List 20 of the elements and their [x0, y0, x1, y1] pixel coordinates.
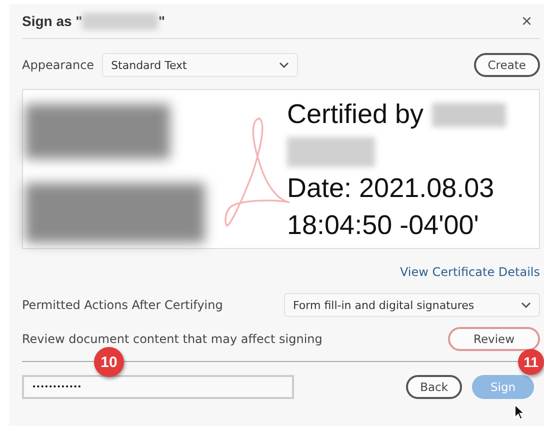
- step-badge: 11: [518, 349, 544, 375]
- chevron-down-icon: [279, 62, 290, 68]
- review-button[interactable]: Review: [448, 327, 540, 351]
- view-certificate-link[interactable]: View Certificate Details: [400, 265, 540, 279]
- appearance-dropdown[interactable]: Standard Text: [102, 53, 298, 77]
- date-text: Date: 2021.08.03: [287, 172, 496, 205]
- back-button[interactable]: Back: [406, 374, 462, 398]
- time-text: 18:04:50 -04'00': [287, 209, 480, 242]
- review-label: Review document content that may affect signing: [22, 332, 322, 346]
- dialog-title: Sign as ": [22, 13, 82, 29]
- dialog-title-quote: ": [158, 13, 165, 29]
- permitted-actions-label: Permitted Actions After Certifying: [22, 298, 223, 312]
- certified-by-text: Certified by: [287, 99, 424, 130]
- mouse-cursor-icon: [514, 404, 525, 420]
- create-button[interactable]: Create: [474, 53, 540, 77]
- step-badge: 10: [94, 347, 124, 377]
- permitted-actions-dropdown[interactable]: Form fill-in and digital signatures: [284, 293, 540, 317]
- appearance-label: Appearance: [22, 58, 94, 72]
- close-button[interactable]: ×: [519, 10, 534, 32]
- chevron-down-icon: [521, 302, 531, 308]
